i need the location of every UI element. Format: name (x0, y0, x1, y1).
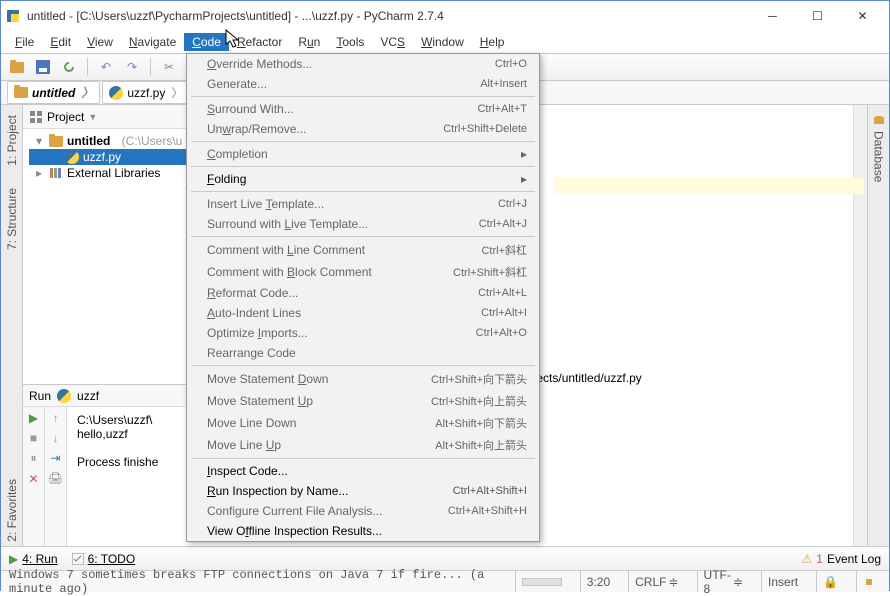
database-tool-tab[interactable]: Database (872, 111, 886, 186)
separator (87, 58, 88, 76)
status-insert: Insert (761, 571, 804, 592)
status-encoding[interactable]: UTF-8 ≑ (697, 571, 750, 592)
wrap-icon[interactable]: ⇥ (50, 451, 60, 465)
event-log-tab[interactable]: ⚠1Event Log (802, 552, 882, 566)
project-view-icon (29, 110, 43, 124)
code-menu-item: Surround with Live Template...Ctrl+Alt+J (187, 214, 539, 234)
python-icon (65, 150, 79, 164)
menu-vcs[interactable]: VCS (372, 33, 413, 51)
open-icon[interactable] (7, 57, 27, 77)
code-menu-item: Move Line UpAlt+Shift+向上箭头 (187, 434, 539, 456)
project-tool-tab[interactable]: 1: Project (5, 111, 19, 170)
code-menu-item: Auto-Indent LinesCtrl+Alt+I (187, 303, 539, 323)
code-menu-item: Rearrange Code (187, 343, 539, 363)
code-menu-dropdown: Override Methods...Ctrl+OGenerate...Alt+… (186, 53, 540, 542)
run-label: Run (29, 389, 51, 403)
status-position: 3:20 (580, 571, 616, 592)
status-message: Windows 7 sometimes breaks FTP connectio… (9, 568, 491, 596)
minimize-button[interactable]: ─ (750, 2, 795, 30)
close-button[interactable]: ✕ (840, 2, 885, 30)
code-menu-item: Generate...Alt+Insert (187, 74, 539, 94)
menu-window[interactable]: Window (413, 33, 472, 51)
save-icon[interactable] (33, 57, 53, 77)
run-config-name: uzzf (77, 389, 99, 403)
redo-icon[interactable]: ↷ (122, 57, 142, 77)
refresh-icon[interactable] (59, 57, 79, 77)
chevron-down-icon[interactable]: ▼ (88, 112, 97, 122)
code-menu-item: Move Statement DownCtrl+Shift+向下箭头 (187, 368, 539, 390)
pause-icon[interactable]: ⏸ (30, 451, 36, 466)
project-header: Project (47, 110, 84, 124)
status-eol[interactable]: CRLF ≑ (628, 571, 684, 592)
up-icon[interactable]: ↑ (53, 411, 59, 425)
stop-icon[interactable]: ■ (30, 431, 37, 445)
print-icon[interactable]: 🖨 (48, 471, 63, 485)
python-icon (57, 389, 71, 403)
menu-view[interactable]: View (79, 33, 121, 51)
menu-separator (191, 141, 535, 142)
cut-icon[interactable]: ✂ (159, 57, 179, 77)
code-menu-item: Comment with Block CommentCtrl+Shift+斜杠 (187, 261, 539, 283)
menu-run[interactable]: Run (290, 33, 328, 51)
code-menu-item[interactable]: Inspect Code... (187, 461, 539, 481)
python-icon (109, 86, 123, 100)
rerun-icon[interactable]: ▶ (29, 411, 38, 425)
code-menu-item: Override Methods...Ctrl+O (187, 54, 539, 74)
status-lock-icon[interactable]: 🔒 (816, 571, 844, 592)
code-menu-item[interactable]: View Offline Inspection Results... (187, 521, 539, 541)
menu-edit[interactable]: Edit (42, 33, 79, 51)
run-tab[interactable]: ▶4: Run (9, 552, 58, 566)
menu-separator (191, 166, 535, 167)
code-menu-item: Configure Current File Analysis...Ctrl+A… (187, 501, 539, 521)
libraries-icon (49, 166, 63, 180)
favorites-tool-tab[interactable]: 2: Favorites (5, 475, 19, 546)
menu-file[interactable]: File (7, 33, 42, 51)
app-icon (5, 8, 21, 24)
down-icon[interactable]: ↓ (53, 431, 59, 445)
menu-tools[interactable]: Tools (328, 33, 372, 51)
status-progress (515, 571, 568, 592)
structure-tool-tab[interactable]: 7: Structure (5, 184, 19, 254)
code-menu-item: Surround With...Ctrl+Alt+T (187, 99, 539, 119)
menu-help[interactable]: Help (472, 33, 513, 51)
menu-separator (191, 365, 535, 366)
window-title: untitled - [C:\Users\uzzf\PycharmProject… (27, 9, 750, 23)
code-menu-item: Comment with Line CommentCtrl+斜杠 (187, 239, 539, 261)
folder-icon (49, 136, 63, 147)
breadcrumb-file[interactable]: uzzf.py〉 (102, 81, 190, 104)
folder-icon (14, 87, 28, 98)
menu-separator (191, 236, 535, 237)
menu-navigate[interactable]: Navigate (121, 33, 184, 51)
close-icon[interactable]: ✕ (28, 472, 38, 486)
editor-scrollbar[interactable] (853, 105, 867, 546)
todo-tab[interactable]: 6: TODO (72, 552, 136, 566)
breadcrumb-project[interactable]: untitled〉 (7, 81, 100, 104)
code-menu-item: Move Line DownAlt+Shift+向下箭头 (187, 412, 539, 434)
editor-highlight (554, 178, 864, 194)
code-menu-item: Insert Live Template...Ctrl+J (187, 194, 539, 214)
status-inspect-icon[interactable] (856, 571, 881, 592)
code-menu-item[interactable]: Folding▸ (187, 169, 539, 189)
code-menu-item: Optimize Imports...Ctrl+Alt+O (187, 323, 539, 343)
menu-separator (191, 191, 535, 192)
code-menu-item[interactable]: Run Inspection by Name...Ctrl+Alt+Shift+… (187, 481, 539, 501)
menu-refactor[interactable]: Refactor (229, 33, 290, 51)
menu-code[interactable]: Code (184, 33, 229, 51)
code-menu-item: Unwrap/Remove...Ctrl+Shift+Delete (187, 119, 539, 139)
menu-separator (191, 458, 535, 459)
code-menu-item: Move Statement UpCtrl+Shift+向上箭头 (187, 390, 539, 412)
code-menu-item: Completion▸ (187, 144, 539, 164)
maximize-button[interactable]: ☐ (795, 2, 840, 30)
code-menu-item: Reformat Code...Ctrl+Alt+L (187, 283, 539, 303)
undo-icon[interactable]: ↶ (96, 57, 116, 77)
menu-separator (191, 96, 535, 97)
separator (150, 58, 151, 76)
